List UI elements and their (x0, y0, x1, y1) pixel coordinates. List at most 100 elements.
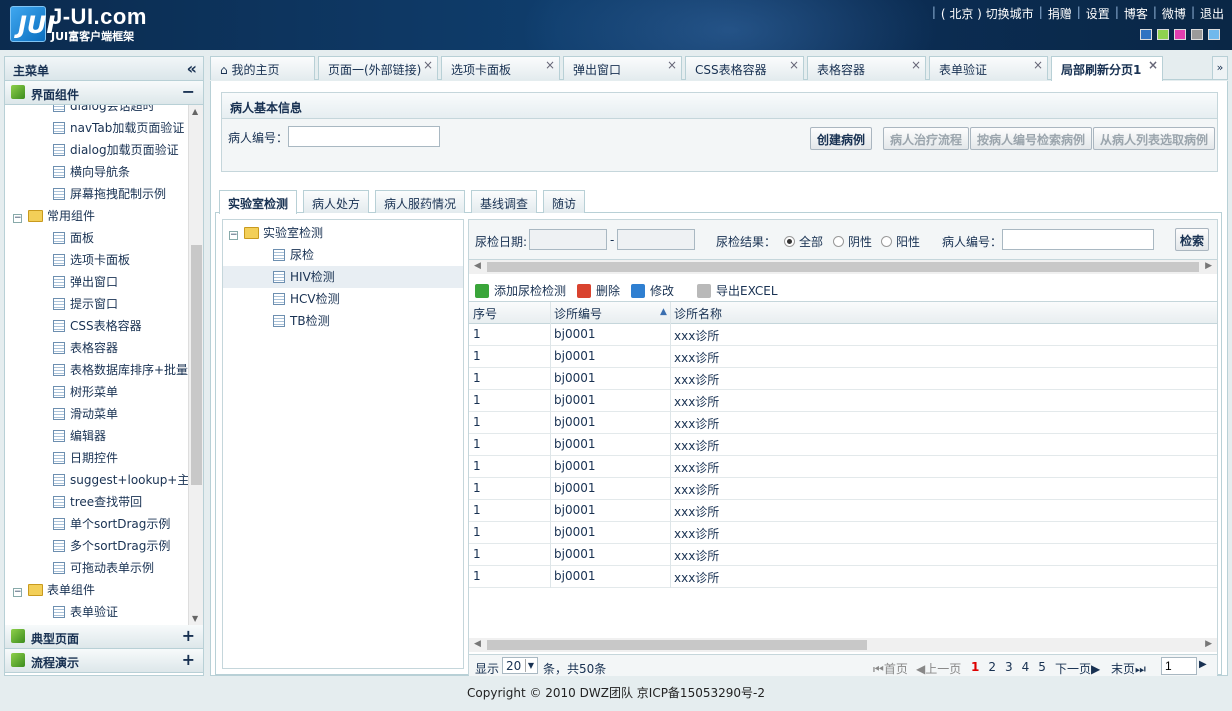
sidebar-item-22[interactable]: − 表单组件 (13, 579, 95, 601)
collapse-minus-icon[interactable]: − (182, 82, 195, 101)
tab-5[interactable]: 表格容器 × (807, 56, 926, 80)
treatment-flow-button[interactable]: 病人治疗流程 (883, 127, 970, 150)
delete-button[interactable]: 删除 (577, 282, 620, 299)
sidebar-item-15[interactable]: 编辑器 (53, 425, 106, 447)
prev-page-button[interactable]: ◀上一页 (916, 660, 961, 677)
sidebar-item-2[interactable]: dialog加载页面验证 (53, 139, 179, 161)
radio-unchecked-icon[interactable] (881, 236, 892, 247)
close-icon[interactable]: × (789, 58, 799, 72)
tab-6[interactable]: 表单验证 × (929, 56, 1048, 80)
subtab-2[interactable]: 病人服药情况 (375, 190, 466, 213)
collapse-icon[interactable]: « (187, 59, 197, 78)
goto-page-input[interactable] (1161, 657, 1197, 675)
table-row[interactable]: 1 bj0001 xxx诊所 (469, 324, 1217, 346)
theme-swatch-2[interactable] (1174, 29, 1186, 40)
column-header-clinic-name[interactable]: 诊所名称 (674, 305, 722, 322)
sidebar-item-17[interactable]: suggest+lookup+主 (53, 469, 189, 491)
dropdown-icon[interactable]: ▼ (524, 659, 536, 672)
tree-collapse-icon[interactable]: − (13, 588, 22, 597)
table-row[interactable]: 1 bj0001 xxx诊所 (469, 522, 1217, 544)
subtab-0[interactable]: 实验室检测 (219, 190, 298, 214)
sidebar-item-6[interactable]: 面板 (53, 227, 94, 249)
patient-search-input[interactable] (1002, 229, 1154, 250)
table-row[interactable]: 1 bj0001 xxx诊所 (469, 412, 1217, 434)
sidebar-item-16[interactable]: 日期控件 (53, 447, 118, 469)
last-page-button[interactable]: 末页⏭ (1111, 660, 1146, 677)
column-header-seq[interactable]: 序号 (473, 305, 497, 322)
accordion-ui-components[interactable]: 界面组件 − (5, 81, 203, 105)
add-button[interactable]: 添加尿检检测 (475, 282, 566, 299)
tab-0[interactable]: ⌂ 我的主页 (210, 56, 315, 80)
lab-tree-item-3[interactable]: TB检测 (223, 310, 463, 332)
scrollbar-thumb[interactable] (487, 262, 1199, 272)
accordion-flow-demo[interactable]: 流程演示 + (5, 649, 203, 673)
sidebar-item-19[interactable]: 单个sortDrag示例 (53, 513, 170, 535)
tab-7[interactable]: 局部刷新分页1 × (1051, 56, 1163, 81)
sidebar-item-11[interactable]: 表格容器 (53, 337, 118, 359)
table-row[interactable]: 1 bj0001 xxx诊所 (469, 390, 1217, 412)
column-header-clinic-code[interactable]: 诊所编号 (554, 305, 602, 322)
expand-plus-icon[interactable]: + (182, 650, 195, 669)
grid-hscrollbar[interactable]: ◀ ▶ (469, 638, 1217, 652)
close-icon[interactable]: × (667, 58, 677, 72)
search-hscrollbar[interactable]: ◀ ▶ (469, 260, 1217, 274)
search-button[interactable]: 检索 (1175, 228, 1210, 251)
tab-menu-icon[interactable]: » (1212, 56, 1228, 80)
table-row[interactable]: 1 bj0001 xxx诊所 (469, 478, 1217, 500)
sidebar-item-12[interactable]: 表格数据库排序+批量 (53, 359, 188, 381)
sidebar-item-14[interactable]: 滑动菜单 (53, 403, 118, 425)
sidebar-item-4[interactable]: 屏幕拖拽配制示例 (53, 183, 166, 205)
lab-tree-item-1[interactable]: HIV检测 (223, 266, 463, 288)
next-page-button[interactable]: 下一页▶ (1055, 660, 1100, 677)
table-row[interactable]: 1 bj0001 xxx诊所 (469, 544, 1217, 566)
date-to-input[interactable] (617, 229, 695, 250)
table-row[interactable]: 1 bj0001 xxx诊所 (469, 434, 1217, 456)
top-nav-link-4[interactable]: 微博 (1162, 5, 1186, 22)
scroll-down-icon[interactable]: ▼ (192, 614, 198, 623)
sidebar-item-20[interactable]: 多个sortDrag示例 (53, 535, 170, 557)
theme-swatch-0[interactable] (1140, 29, 1152, 40)
scroll-left-icon[interactable]: ◀ (474, 639, 481, 649)
close-icon[interactable]: × (423, 58, 433, 72)
scroll-up-icon[interactable]: ▲ (192, 107, 198, 116)
accordion-typical-pages[interactable]: 典型页面 + (5, 625, 203, 649)
select-case-from-list-button[interactable]: 从病人列表选取病例 (1093, 127, 1216, 150)
lab-tree-item-2[interactable]: HCV检测 (223, 288, 463, 310)
search-case-by-id-button[interactable]: 按病人编号检索病例 (970, 127, 1093, 150)
top-nav-link-3[interactable]: 博客 (1124, 5, 1148, 22)
close-icon[interactable]: × (911, 58, 921, 72)
tree-collapse-icon[interactable]: − (229, 231, 238, 240)
scrollbar-thumb[interactable] (191, 245, 202, 485)
radio-unchecked-icon[interactable] (833, 236, 844, 247)
scrollbar-thumb[interactable] (487, 640, 867, 650)
lab-tree-item-0[interactable]: 尿检 (223, 244, 463, 266)
sidebar-item-1[interactable]: navTab加载页面验证 (53, 117, 184, 139)
tree-collapse-icon[interactable]: − (13, 214, 22, 223)
sidebar-item-21[interactable]: 可拖动表单示例 (53, 557, 154, 579)
page-number-5[interactable]: 5 (1038, 660, 1046, 674)
goto-page-icon[interactable]: ▶ (1199, 659, 1207, 670)
table-row[interactable]: 1 bj0001 xxx诊所 (469, 456, 1217, 478)
page-size-select[interactable]: 20 ▼ (502, 657, 538, 674)
subtab-3[interactable]: 基线调查 (471, 190, 538, 213)
sidebar-item-10[interactable]: CSS表格容器 (53, 315, 142, 337)
subtab-4[interactable]: 随访 (543, 190, 586, 213)
top-nav-link-0[interactable]: ( 北京 ) 切换城市 (941, 5, 1034, 22)
table-row[interactable]: 1 bj0001 xxx诊所 (469, 368, 1217, 390)
radio-checked-icon[interactable] (784, 236, 795, 247)
sidebar-item-13[interactable]: 树形菜单 (53, 381, 118, 403)
sidebar-item-23[interactable]: 表单验证 (53, 601, 118, 623)
radio-all[interactable]: 全部 (784, 233, 823, 250)
top-nav-link-5[interactable]: 退出 (1200, 5, 1224, 22)
sidebar-item-7[interactable]: 选项卡面板 (53, 249, 130, 271)
scroll-right-icon[interactable]: ▶ (1205, 261, 1212, 271)
theme-swatch-1[interactable] (1157, 29, 1169, 40)
scroll-right-icon[interactable]: ▶ (1205, 639, 1212, 649)
page-number-1[interactable]: 1 (971, 660, 979, 674)
tab-2[interactable]: 选项卡面板 × (441, 56, 560, 80)
sidebar-item-5[interactable]: − 常用组件 (13, 205, 95, 227)
patient-id-input[interactable] (288, 126, 440, 147)
page-number-2[interactable]: 2 (988, 660, 996, 674)
tab-3[interactable]: 弹出窗口 × (563, 56, 682, 80)
sidebar-item-3[interactable]: 横向导航条 (53, 161, 130, 183)
